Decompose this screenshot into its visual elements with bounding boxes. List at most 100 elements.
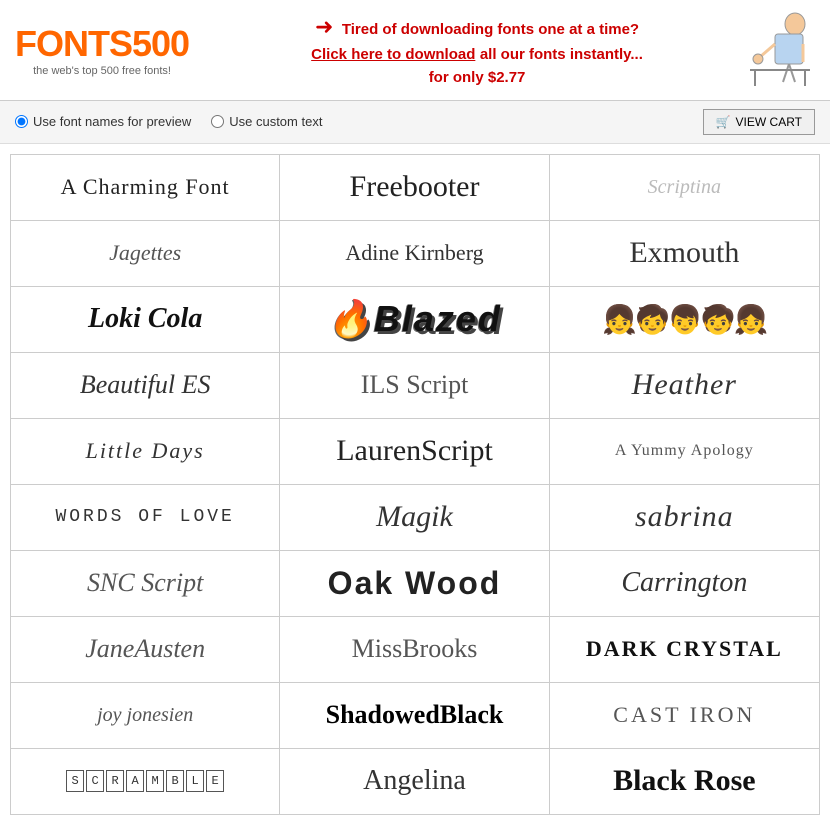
font-preview-snc: SNC Script [87, 568, 203, 598]
font-cell-freebooter[interactable]: Freebooter [280, 155, 549, 220]
font-cell-lokicola[interactable]: Loki Cola [11, 287, 280, 352]
font-preview-angelina: Angelina [363, 765, 466, 797]
scramble-c: C [86, 770, 104, 792]
scramble-b: B [166, 770, 184, 792]
font-cell-lauren[interactable]: LaurenScript [280, 419, 549, 484]
font-cell-snc[interactable]: SNC Script [11, 551, 280, 616]
font-preview-castiron: CAST IRON [613, 702, 755, 728]
font-preview-scriptina: Scriptina [648, 176, 721, 199]
promo-price: for only $2.77 [219, 67, 735, 90]
font-grid: A Charming Font Freebooter Scriptina Jag… [10, 154, 820, 815]
font-cell-magik[interactable]: Magik [280, 485, 549, 550]
font-cell-jagettes[interactable]: Jagettes [11, 221, 280, 286]
scramble-m: M [146, 770, 164, 792]
font-preview-magik: Magik [376, 500, 453, 534]
font-preview-exmouth: Exmouth [629, 236, 739, 270]
font-cell-adine[interactable]: Adine Kirnberg [280, 221, 549, 286]
scramble-boxes: S C R A M B L E [66, 770, 224, 792]
font-cell-missbrooks[interactable]: MissBrooks [280, 617, 549, 682]
font-row-5: Little Days LaurenScript A Yummy Apology [11, 419, 819, 485]
font-preview-words: WORDS OF LOVE [55, 507, 234, 527]
font-row-1: A Charming Font Freebooter Scriptina [11, 155, 819, 221]
promo-line1: ➜ Tired of downloading fonts one at a ti… [219, 10, 735, 43]
font-preview-carrington: Carrington [621, 567, 747, 599]
font-cell-sabrina[interactable]: sabrina [550, 485, 819, 550]
use-font-names-label[interactable]: Use font names for preview [15, 114, 191, 129]
options-bar: Use font names for preview Use custom te… [0, 101, 830, 144]
promo-line2: Click here to download all our fonts ins… [219, 43, 735, 67]
font-cell-littledays[interactable]: Little Days [11, 419, 280, 484]
use-custom-text-text: Use custom text [229, 114, 322, 129]
font-cell-heather[interactable]: Heather [550, 353, 819, 418]
font-cell-joy[interactable]: joy jonesien [11, 683, 280, 748]
font-cell-scriptina[interactable]: Scriptina [550, 155, 819, 220]
font-cell-oakwood[interactable]: Oak Wood [280, 551, 549, 616]
font-preview-blazed: 🔥Blazed [327, 298, 502, 340]
font-row-8: JaneAusten MissBrooks DarK CrySTal [11, 617, 819, 683]
use-custom-text-radio[interactable] [211, 115, 224, 128]
font-row-10: S C R A M B L E Angelina Black Rose [11, 749, 819, 814]
promo-link[interactable]: Click here to download [311, 46, 475, 63]
view-cart-button[interactable]: 🛒 VIEW CART [703, 109, 815, 135]
font-cell-blazed[interactable]: 🔥Blazed [280, 287, 549, 352]
promo-arrow-icon: ➜ [315, 14, 333, 39]
logo-500: 500 [132, 23, 189, 64]
font-row-2: Jagettes Adine Kirnberg Exmouth [11, 221, 819, 287]
promo-rest: all our fonts instantly... [480, 46, 643, 63]
font-cell-carrington[interactable]: Carrington [550, 551, 819, 616]
logo-fonts: FONTS [15, 23, 132, 64]
font-cell-darkcrystal[interactable]: DarK CrySTal [550, 617, 819, 682]
font-cell-figures[interactable]: 👧🧒👦🧒👧 [550, 287, 819, 352]
scramble-r: R [106, 770, 124, 792]
font-preview-beautiful: Beautiful ES [80, 370, 211, 400]
character-illustration [745, 12, 815, 87]
font-cell-blackrose[interactable]: Black Rose [550, 749, 819, 814]
font-preview-oakwood: Oak Wood [328, 565, 502, 602]
font-preview-jagettes: Jagettes [109, 240, 181, 266]
use-custom-text-label[interactable]: Use custom text [211, 114, 322, 129]
font-cell-words[interactable]: WORDS OF LOVE [11, 485, 280, 550]
font-row-4: Beautiful ES ILS Script Heather [11, 353, 819, 419]
font-cell-castiron[interactable]: CAST IRON [550, 683, 819, 748]
font-cell-beautiful[interactable]: Beautiful ES [11, 353, 280, 418]
scramble-e2: E [206, 770, 224, 792]
font-cell-angelina[interactable]: Angelina [280, 749, 549, 814]
font-preview-littledays: Little Days [86, 438, 205, 464]
font-preview-blackrose: Black Rose [613, 764, 756, 798]
font-preview-lauren: LaurenScript [336, 434, 493, 468]
logo[interactable]: FONTS500 [15, 23, 189, 65]
scramble-s: S [66, 770, 84, 792]
promo-banner: ➜ Tired of downloading fonts one at a ti… [209, 10, 745, 90]
scramble-l: L [186, 770, 204, 792]
cart-label: VIEW CART [736, 115, 802, 129]
promo-text1: Tired of downloading fonts one at a time… [342, 21, 639, 38]
font-row-9: joy jonesien ShadowedBlack CAST IRON [11, 683, 819, 749]
font-preview-lokicola: Loki Cola [88, 303, 202, 335]
use-font-names-radio[interactable] [15, 115, 28, 128]
font-preview-ils: ILS Script [361, 370, 469, 400]
font-cell-ils[interactable]: ILS Script [280, 353, 549, 418]
font-cell-yummy[interactable]: A Yummy Apology [550, 419, 819, 484]
font-cell-shadowedblack[interactable]: ShadowedBlack [280, 683, 549, 748]
character-svg [745, 12, 810, 87]
tagline: the web's top 500 free fonts! [15, 65, 189, 77]
font-preview-janeausten: JaneAusten [85, 634, 205, 664]
font-preview-darkcrystal: DarK CrySTal [586, 636, 783, 662]
font-cell-janeausten[interactable]: JaneAusten [11, 617, 280, 682]
font-preview-charming: A Charming Font [61, 174, 230, 200]
font-preview-yummy: A Yummy Apology [615, 442, 754, 460]
font-preview-adine: Adine Kirnberg [345, 240, 483, 266]
font-preview-freebooter: Freebooter [350, 170, 480, 204]
font-preview-figures: 👧🧒👦🧒👧 [602, 303, 766, 336]
font-row-7: SNC Script Oak Wood Carrington [11, 551, 819, 617]
font-row-3: Loki Cola 🔥Blazed 👧🧒👦🧒👧 [11, 287, 819, 353]
header: FONTS500 the web's top 500 free fonts! ➜… [0, 0, 830, 101]
font-cell-scramble[interactable]: S C R A M B L E [11, 749, 280, 814]
font-cell-exmouth[interactable]: Exmouth [550, 221, 819, 286]
font-preview-sabrina: sabrina [635, 500, 734, 534]
use-font-names-text: Use font names for preview [33, 114, 191, 129]
font-row-6: WORDS OF LOVE Magik sabrina [11, 485, 819, 551]
font-preview-joy: joy jonesien [97, 704, 193, 727]
font-cell-charming[interactable]: A Charming Font [11, 155, 280, 220]
font-preview-heather: Heather [632, 368, 737, 402]
